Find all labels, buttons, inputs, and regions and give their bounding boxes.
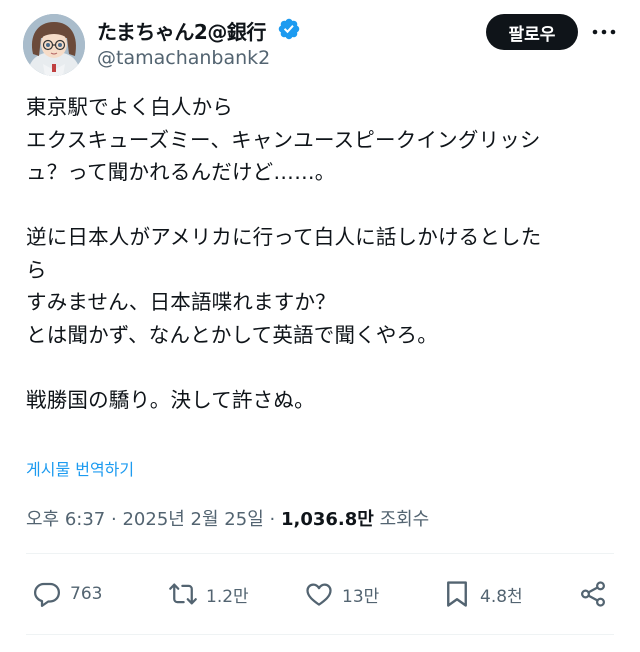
more-horizontal-icon[interactable] — [590, 20, 618, 44]
post-date[interactable]: 2025년 2월 25일 — [122, 509, 263, 530]
tweet-line: ら — [26, 257, 47, 282]
views-label: 조회수 — [379, 509, 430, 530]
tweet-metadata: 오후 6:37 · 2025년 2월 25일 · 1,036.8만 조회수 — [26, 505, 429, 531]
verified-badge-icon — [278, 18, 300, 40]
tweet-line: ュ？って聞かれるんだけど……。 — [26, 160, 336, 184]
repost-button[interactable]: 1.2만 — [168, 578, 249, 610]
meta-separator: · — [111, 509, 117, 530]
avatar-illustration — [23, 14, 85, 76]
tweet-line: すみません、日本語喋れますか？ — [26, 290, 336, 314]
repost-icon — [169, 583, 197, 605]
follow-button[interactable]: 팔로우 — [486, 14, 578, 50]
reply-icon — [34, 582, 60, 607]
bookmark-button[interactable]: 4.8천 — [442, 578, 523, 610]
repost-count: 1.2만 — [206, 586, 249, 607]
divider — [26, 553, 614, 554]
action-bar: 763 1.2만 13만 4.8천 — [0, 566, 640, 622]
tweet-text: 東京駅でよく白人から エクスキューズミー、キャンユースピークイングリッシ ュ？っ… — [26, 91, 626, 416]
reply-button[interactable]: 763 — [32, 578, 102, 610]
reply-count: 763 — [70, 584, 103, 604]
translate-post-link[interactable]: 게시물 번역하기 — [26, 456, 134, 480]
meta-separator: · — [269, 509, 276, 530]
tweet-line: とは聞かず、なんとかして英語で聞くやろ。 — [26, 322, 438, 347]
views-count: 1,036.8만 — [280, 509, 374, 530]
bookmark-count: 4.8천 — [480, 586, 523, 607]
author-handle[interactable]: @tamachanbank2 — [97, 47, 270, 69]
share-button[interactable] — [578, 578, 608, 610]
avatar[interactable] — [23, 14, 85, 76]
author-display-name[interactable]: たまちゃん2@銀行 — [97, 16, 266, 45]
divider — [26, 634, 614, 635]
tweet-line: 逆に日本人がアメリカに行って白人に話しかけるとした — [26, 225, 542, 249]
bookmark-icon — [447, 581, 467, 607]
share-icon — [580, 581, 606, 607]
post-time[interactable]: 오후 6:37 — [26, 509, 105, 530]
like-count: 13만 — [342, 586, 380, 607]
tweet-line: 東京駅でよく白人から — [26, 95, 233, 119]
heart-icon — [306, 583, 332, 606]
tweet-line: 戦勝国の驕り。決して許さぬ。 — [26, 387, 315, 412]
like-button[interactable]: 13만 — [304, 578, 379, 610]
tweet-line: エクスキューズミー、キャンユースピークイングリッシ — [26, 127, 541, 152]
tweet-header: たまちゃん2@銀行 @tamachanbank2 팔로우 — [0, 0, 640, 84]
